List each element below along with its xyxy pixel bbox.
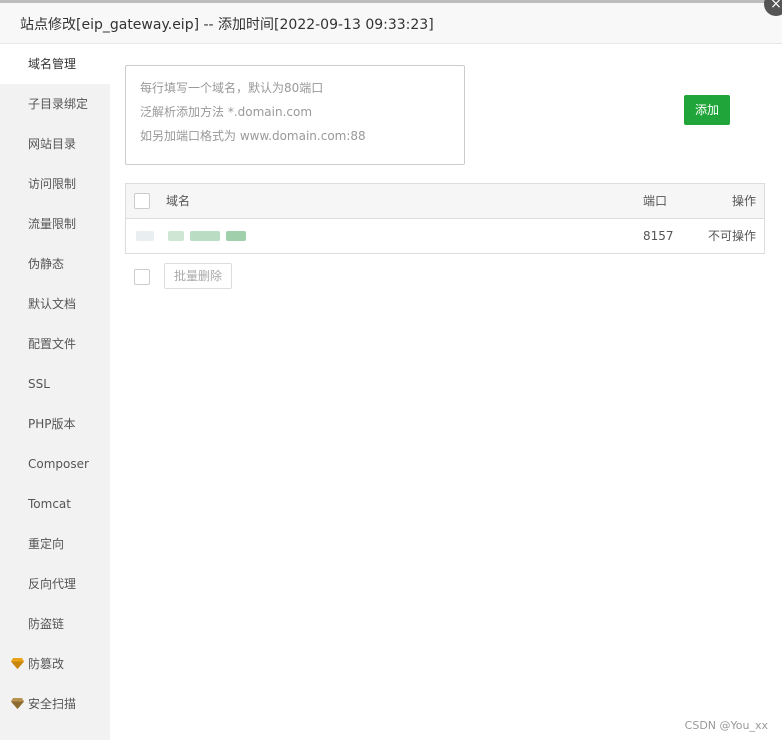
gem-icon: [11, 658, 24, 669]
sidebar-item-label: PHP版本: [28, 417, 76, 431]
column-header-domain: 域名: [166, 194, 191, 208]
batch-delete-button[interactable]: 批量删除: [164, 263, 232, 289]
sidebar-item-site-directory[interactable]: 网站目录: [0, 124, 110, 164]
main-panel: 每行填写一个域名，默认为80端口 泛解析添加方法 *.domain.com 如另…: [110, 44, 782, 740]
sidebar-item-domain-management[interactable]: 域名管理: [0, 44, 110, 84]
sidebar-item-default-document[interactable]: 默认文档: [0, 284, 110, 324]
sidebar-item-label: 配置文件: [28, 337, 77, 351]
sidebar-item-label: 网站目录: [28, 137, 77, 151]
sidebar-item-security-scan[interactable]: 安全扫描: [0, 684, 110, 724]
sidebar-item-label: 默认文档: [28, 297, 77, 311]
sidebar-item-hotlink-protection[interactable]: 防盗链: [0, 604, 110, 644]
sidebar-item-label: 流量限制: [28, 217, 77, 231]
domain-table: 域名 端口 操作 8157 不可操作: [125, 183, 765, 254]
domain-input-placeholder: 每行填写一个域名，默认为80端口: [140, 81, 324, 95]
window-title: 站点修改[eip_gateway.eip] -- 添加时间[2022-09-13…: [20, 17, 434, 33]
sidebar-item-reverse-proxy[interactable]: 反向代理: [0, 564, 110, 604]
sidebar-item-tamper-proof[interactable]: 防篡改: [0, 644, 110, 684]
domain-input-placeholder: 泛解析添加方法 *.domain.com: [140, 105, 313, 119]
action-value: 不可操作: [708, 229, 757, 243]
domain-input[interactable]: 每行填写一个域名，默认为80端口 泛解析添加方法 *.domain.com 如另…: [125, 65, 465, 165]
sidebar-item-label: 伪静态: [28, 257, 65, 271]
table-header: 域名 端口 操作: [126, 184, 764, 219]
sidebar-item-config-file[interactable]: 配置文件: [0, 324, 110, 364]
sidebar-item-label: 访问限制: [28, 177, 77, 191]
batch-select-checkbox[interactable]: [134, 269, 150, 285]
sidebar-item-php-version[interactable]: PHP版本: [0, 404, 110, 444]
sidebar-item-subdirectory-binding[interactable]: 子目录绑定: [0, 84, 110, 124]
title-bar: 站点修改[eip_gateway.eip] -- 添加时间[2022-09-13…: [0, 3, 782, 44]
select-all-checkbox[interactable]: [134, 193, 150, 209]
sidebar-item-composer[interactable]: Composer: [0, 444, 110, 484]
domain-input-placeholder: 如另加端口格式为 www.domain.com:88: [140, 129, 366, 143]
sidebar-item-redirect[interactable]: 重定向: [0, 524, 110, 564]
sidebar-item-label: 反向代理: [28, 577, 77, 591]
column-header-port: 端口: [643, 194, 668, 208]
sidebar-item-label: Composer: [28, 457, 89, 471]
sidebar-item-label: 子目录绑定: [28, 97, 89, 111]
sidebar-item-label: 域名管理: [28, 57, 77, 71]
sidebar: 域名管理 子目录绑定 网站目录 访问限制 流量限制 伪静态 默认文档 配置文件 …: [0, 44, 110, 740]
sidebar-item-label: 重定向: [28, 537, 65, 551]
port-value: 8157: [643, 229, 674, 243]
watermark: CSDN @You_xx: [684, 719, 768, 732]
sidebar-item-label: 防盗链: [28, 617, 65, 631]
sidebar-item-traffic-limit[interactable]: 流量限制: [0, 204, 110, 244]
gem-icon: [11, 698, 24, 709]
sidebar-item-access-limit[interactable]: 访问限制: [0, 164, 110, 204]
table-row: 8157 不可操作: [126, 219, 764, 253]
sidebar-item-label: 安全扫描: [28, 697, 77, 711]
sidebar-item-pseudo-static[interactable]: 伪静态: [0, 244, 110, 284]
sidebar-item-label: 防篡改: [28, 657, 65, 671]
sidebar-item-ssl[interactable]: SSL: [0, 364, 110, 404]
column-header-action: 操作: [732, 194, 757, 208]
sidebar-item-label: Tomcat: [28, 497, 71, 511]
add-domain-button[interactable]: 添加: [684, 95, 730, 125]
sidebar-item-label: SSL: [28, 377, 50, 391]
sidebar-item-tomcat[interactable]: Tomcat: [0, 484, 110, 524]
